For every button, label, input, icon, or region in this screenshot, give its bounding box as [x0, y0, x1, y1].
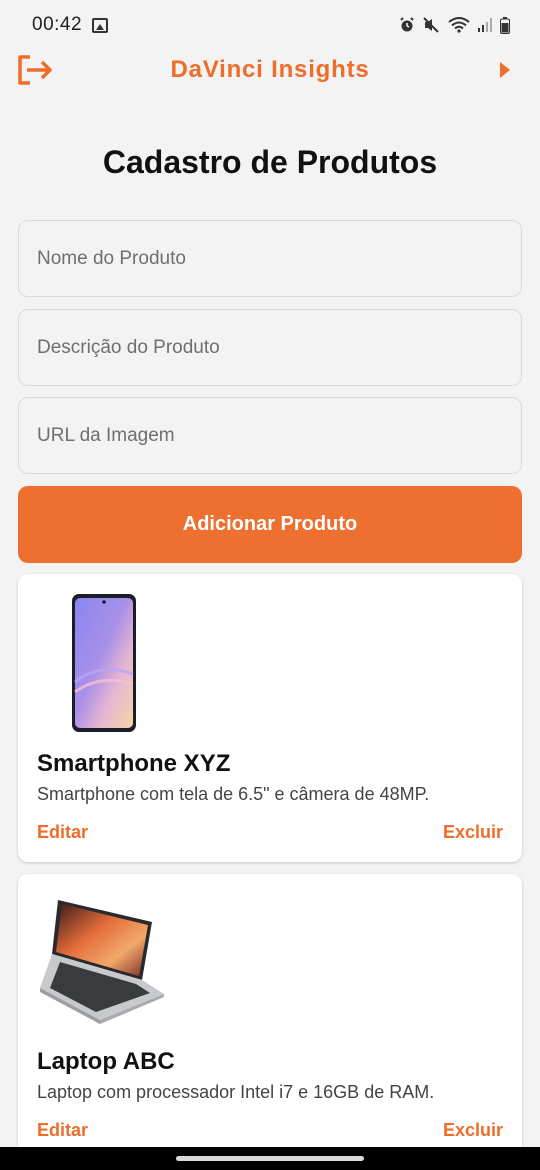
app-header: DaVinci Insights: [0, 48, 540, 92]
product-name-field[interactable]: [18, 220, 522, 297]
alarm-icon: [400, 17, 414, 32]
delete-button[interactable]: Excluir: [443, 1120, 503, 1141]
mute-icon: [423, 17, 439, 33]
delete-button[interactable]: Excluir: [443, 822, 503, 843]
battery-icon: [500, 16, 510, 34]
product-name: Laptop ABC: [37, 1048, 175, 1075]
smartphone-image: [72, 594, 136, 732]
gallery-icon: [92, 17, 109, 33]
product-card: Laptop ABC Laptop com processador Intel …: [18, 874, 522, 1170]
edit-button[interactable]: Editar: [37, 822, 88, 843]
image-url-input[interactable]: [37, 424, 521, 447]
add-product-button[interactable]: Adicionar Produto: [18, 486, 522, 563]
laptop-image: [40, 900, 164, 1024]
image-url-field[interactable]: [18, 397, 522, 474]
edit-button[interactable]: Editar: [37, 1120, 88, 1141]
play-arrow-icon[interactable]: [498, 60, 512, 80]
product-name: Smartphone XYZ: [37, 750, 231, 777]
product-description-field[interactable]: [18, 309, 522, 386]
app-screen: 00:42 DaVinci Insights Cadastro de Produ…: [0, 0, 540, 1170]
logout-icon[interactable]: [16, 54, 54, 86]
navigation-bar: [0, 1147, 540, 1170]
status-time: 00:42: [32, 14, 83, 35]
product-description: Smartphone com tela de 6.5" e câmera de …: [37, 784, 430, 804]
product-description-input[interactable]: [37, 336, 521, 359]
page-title: Cadastro de Produtos: [102, 144, 438, 180]
product-description: Laptop com processador Intel i7 e 16GB d…: [37, 1082, 435, 1102]
signal-icon: [478, 18, 492, 32]
home-handle[interactable]: [176, 1156, 364, 1161]
product-card: Smartphone XYZ Smartphone com tela de 6.…: [18, 574, 522, 862]
app-title: DaVinci Insights: [170, 56, 370, 83]
wifi-icon: [448, 17, 470, 33]
product-name-input[interactable]: [37, 247, 521, 270]
status-bar: 00:42: [0, 0, 540, 50]
